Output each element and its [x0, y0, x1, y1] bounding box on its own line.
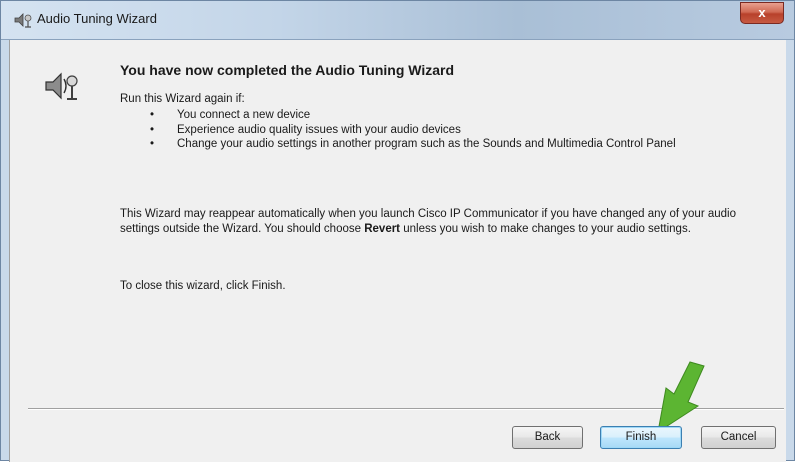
- run-again-label: Run this Wizard again if:: [120, 93, 245, 105]
- close-button[interactable]: x: [740, 2, 784, 24]
- list-item: • You connect a new device: [150, 109, 311, 121]
- close-icon: x: [758, 5, 766, 20]
- cancel-button[interactable]: Cancel: [701, 426, 776, 449]
- audio-tuning-wizard-window: Audio Tuning Wizard x You have now compl…: [0, 0, 795, 462]
- list-item: • Experience audio quality issues with yo…: [150, 123, 461, 136]
- close-instruction: To close this wizard, click Finish.: [120, 280, 286, 292]
- completion-heading: You have now completed the Audio Tuning …: [120, 62, 455, 78]
- finish-button[interactable]: Finish: [600, 426, 682, 449]
- speaker-wizard-icon: [14, 13, 32, 28]
- title-bar[interactable]: Audio Tuning Wizard x: [1, 1, 794, 40]
- back-button[interactable]: Back: [512, 426, 583, 449]
- revert-emphasis: Revert: [364, 223, 401, 235]
- speaker-wizard-icon: [45, 72, 78, 100]
- window-title: Audio Tuning Wizard: [37, 11, 157, 26]
- list-item: • Change your audio settings in another p…: [150, 138, 676, 150]
- wizard-page: You have now completed the Audio Tuning …: [9, 40, 786, 462]
- rerun-conditions-list: • You connect a new device • Experience au…: [150, 108, 760, 152]
- reappear-notice: This Wizard may reappear automatically w…: [120, 208, 736, 235]
